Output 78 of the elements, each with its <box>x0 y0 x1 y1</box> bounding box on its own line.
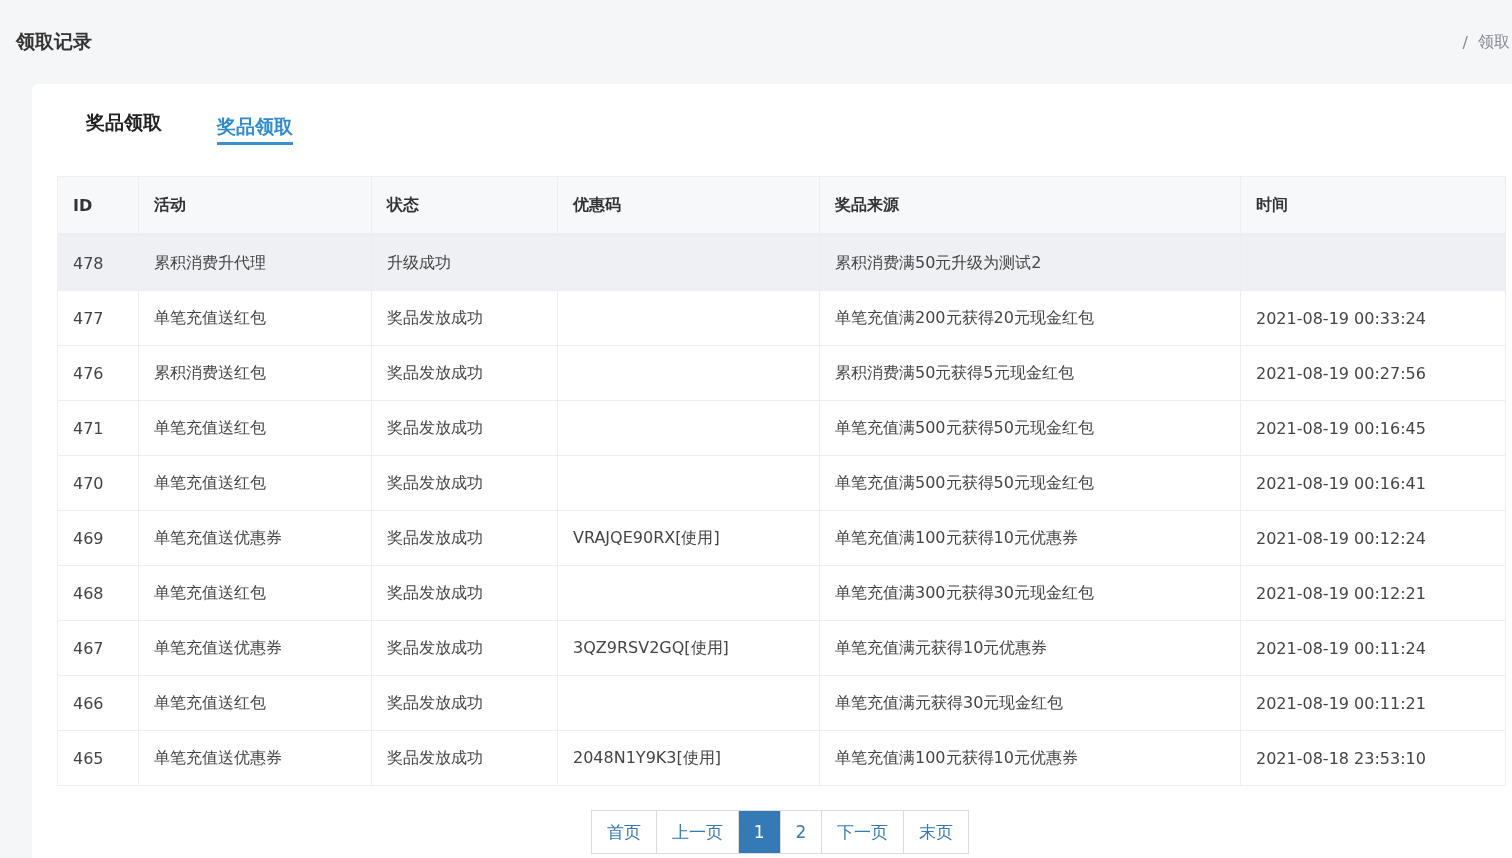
tab[interactable]: 奖品领取 <box>86 110 162 141</box>
table-cell: 单笔充值满100元获得10元优惠券 <box>819 730 1241 786</box>
table-row[interactable]: 468 单笔充值送红包 奖品发放成功 单笔充值满300元获得30元现金红包 2021-08-19 00:12:21 <box>57 565 1506 621</box>
breadcrumb-separator: / <box>1462 32 1468 52</box>
table-row[interactable]: 467 单笔充值送优惠券 奖品发放成功 3QZ9RSV2GQ[使用] 单笔充值满元获得10元优惠券 2021-08-19 00:11:24 <box>57 620 1506 676</box>
table-cell: 2021-08-19 00:33:24 <box>1240 290 1506 346</box>
first-page-button[interactable]: 首页 <box>590 810 657 854</box>
last-page-button[interactable]: 末页 <box>903 810 970 854</box>
table-cell: 466 <box>57 675 139 731</box>
table-cell: 奖品发放成功 <box>371 620 558 676</box>
table-cell: 477 <box>57 290 139 346</box>
table-cell: 2021-08-19 00:12:24 <box>1240 510 1506 566</box>
table-cell: 累积消费送红包 <box>138 345 372 401</box>
table-cell: 465 <box>57 730 139 786</box>
table-cell: 2021-08-19 00:16:41 <box>1240 455 1506 511</box>
table-cell: 单笔充值满300元获得30元现金红包 <box>819 565 1241 621</box>
table-cell: 2021-08-19 00:16:45 <box>1240 400 1506 456</box>
table-cell: 奖品发放成功 <box>371 675 558 731</box>
table-cell: 累积消费满50元升级为测试2 <box>819 234 1241 291</box>
table-cell: 468 <box>57 565 139 621</box>
table-cell: 奖品发放成功 <box>371 510 558 566</box>
table-row[interactable]: 465 单笔充值送优惠券 奖品发放成功 2048N1Y9K3[使用] 单笔充值满100元获得10元优惠券 2021-08-18 23:53:10 <box>57 730 1506 786</box>
table-row[interactable]: 471 单笔充值送红包 奖品发放成功 单笔充值满500元获得50元现金红包 2021-08-19 00:16:45 <box>57 400 1506 456</box>
table-cell: 478 <box>57 234 139 291</box>
table-cell: 累积消费满50元获得5元现金红包 <box>819 345 1241 401</box>
table-cell: 奖品发放成功 <box>371 400 558 456</box>
table-cell: 单笔充值满500元获得50元现金红包 <box>819 400 1241 456</box>
table-cell: 单笔充值送优惠券 <box>138 510 372 566</box>
table-row[interactable]: 478 累积消费升代理 升级成功 累积消费满50元升级为测试2 <box>57 234 1506 291</box>
column-header: 优惠码 <box>557 176 820 235</box>
table-row[interactable]: 477 单笔充值送红包 奖品发放成功 单笔充值满200元获得20元现金红包 2021-08-19 00:33:24 <box>57 290 1506 346</box>
table-cell: 单笔充值送优惠券 <box>138 730 372 786</box>
previous-page-button[interactable]: 上一页 <box>655 810 739 854</box>
table-cell: 单笔充值满100元获得10元优惠券 <box>819 510 1241 566</box>
page-number-button[interactable]: 2 <box>779 810 823 854</box>
table-cell: 单笔充值送红包 <box>138 290 372 346</box>
table-row[interactable]: 470 单笔充值送红包 奖品发放成功 单笔充值满500元获得50元现金红包 2021-08-19 00:16:41 <box>57 455 1506 511</box>
table-cell: 467 <box>57 620 139 676</box>
table-cell: 单笔充值送优惠券 <box>138 620 372 676</box>
page-title: 领取记录 <box>16 29 92 54</box>
table-cell: 升级成功 <box>371 234 558 291</box>
table-cell: 奖品发放成功 <box>371 730 558 786</box>
column-header: 奖品来源 <box>819 176 1241 235</box>
table-row[interactable]: 466 单笔充值送红包 奖品发放成功 单笔充值满元获得30元现金红包 2021-08-19 00:11:21 <box>57 675 1506 731</box>
table-cell: 累积消费升代理 <box>138 234 372 291</box>
table-cell: 单笔充值满200元获得20元现金红包 <box>819 290 1241 346</box>
table-cell: 2021-08-18 23:53:10 <box>1240 730 1506 786</box>
column-header: 时间 <box>1240 176 1506 235</box>
table-cell: 单笔充值送红包 <box>138 565 372 621</box>
table-cell: 2048N1Y9K3[使用] <box>557 730 820 786</box>
table-row[interactable]: 469 单笔充值送优惠券 奖品发放成功 VRAJQE90RX[使用] 单笔充值满100元获得10元优惠券 2021-08-19 00:12:24 <box>57 510 1506 566</box>
table-cell: 单笔充值送红包 <box>138 400 372 456</box>
page-number-button[interactable]: 1 <box>737 810 781 854</box>
table-cell: 单笔充值满元获得30元现金红包 <box>819 675 1241 731</box>
table-cell: 3QZ9RSV2GQ[使用] <box>557 620 820 676</box>
table-cell: 单笔充值满元获得10元优惠券 <box>819 620 1241 676</box>
tab[interactable]: 奖品领取 <box>217 114 293 145</box>
table-cell: 476 <box>57 345 139 401</box>
column-header: 状态 <box>371 176 558 235</box>
table-cell: VRAJQE90RX[使用] <box>557 510 820 566</box>
table-cell: 奖品发放成功 <box>371 455 558 511</box>
table-cell: 单笔充值满500元获得50元现金红包 <box>819 455 1241 511</box>
column-header: ID <box>57 176 139 235</box>
table-cell: 2021-08-19 00:27:56 <box>1240 345 1506 401</box>
table-cell: 奖品发放成功 <box>371 565 558 621</box>
table-row[interactable]: 476 累积消费送红包 奖品发放成功 累积消费满50元获得5元现金红包 2021-08-19 00:27:56 <box>57 345 1506 401</box>
table-cell: 2021-08-19 00:11:21 <box>1240 675 1506 731</box>
table-cell: 奖品发放成功 <box>371 290 558 346</box>
table-cell: 2021-08-19 00:11:24 <box>1240 620 1506 676</box>
next-page-button[interactable]: 下一页 <box>821 810 905 854</box>
table-cell: 奖品发放成功 <box>371 345 558 401</box>
column-header: 活动 <box>138 176 372 235</box>
table-cell: 471 <box>57 400 139 456</box>
table-cell: 单笔充值送红包 <box>138 675 372 731</box>
table-cell: 469 <box>57 510 139 566</box>
table-cell: 470 <box>57 455 139 511</box>
table-cell: 单笔充值送红包 <box>138 455 372 511</box>
table-cell: 2021-08-19 00:12:21 <box>1240 565 1506 621</box>
